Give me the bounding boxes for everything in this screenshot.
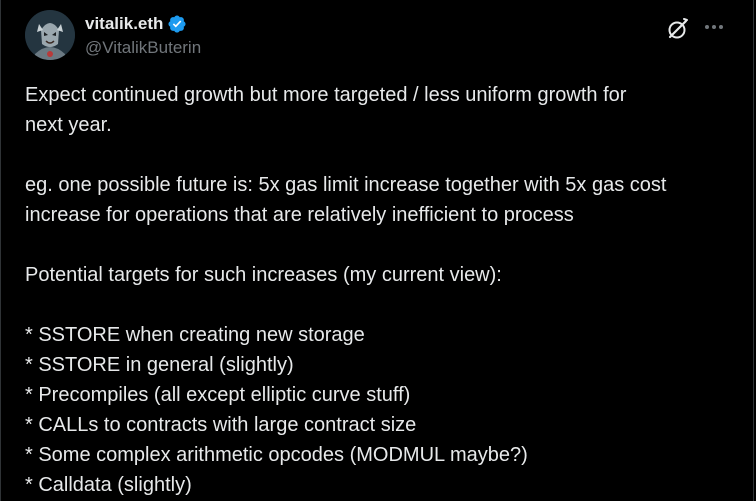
name-row: vitalik.eth (85, 13, 201, 35)
avatar-image (25, 10, 75, 60)
list-item: * CALLs to contracts with large contract… (25, 414, 417, 436)
tweet-card: vitalik.eth @VitalikButerin Expect conti… (0, 0, 754, 501)
avatar[interactable] (25, 10, 75, 60)
list-item: * Calldata (slightly) (25, 474, 192, 496)
list-item: * SSTORE in general (slightly) (25, 354, 294, 376)
verified-badge-icon (167, 14, 187, 34)
grok-icon[interactable] (665, 16, 691, 42)
tweet-header: vitalik.eth @VitalikButerin (25, 10, 737, 62)
display-name[interactable]: vitalik.eth (85, 14, 163, 34)
paragraph-line: next year. (25, 114, 112, 136)
handle[interactable]: @VitalikButerin (85, 38, 201, 58)
paragraph-line: increase for operations that are relativ… (25, 204, 574, 226)
paragraph-line: Potential targets for such increases (my… (25, 264, 502, 286)
tweet-text: Expect continued growth but more targete… (25, 80, 729, 500)
list-item: * SSTORE when creating new storage (25, 324, 365, 346)
list-item: * Some complex arithmetic opcodes (MODMU… (25, 444, 528, 466)
more-options-icon[interactable] (701, 14, 727, 40)
paragraph-line: Expect continued growth but more targete… (25, 84, 627, 106)
paragraph-line: eg. one possible future is: 5x gas limit… (25, 174, 667, 196)
list-item: * Precompiles (all except elliptic curve… (25, 384, 411, 406)
author-block: vitalik.eth @VitalikButerin (85, 13, 201, 58)
